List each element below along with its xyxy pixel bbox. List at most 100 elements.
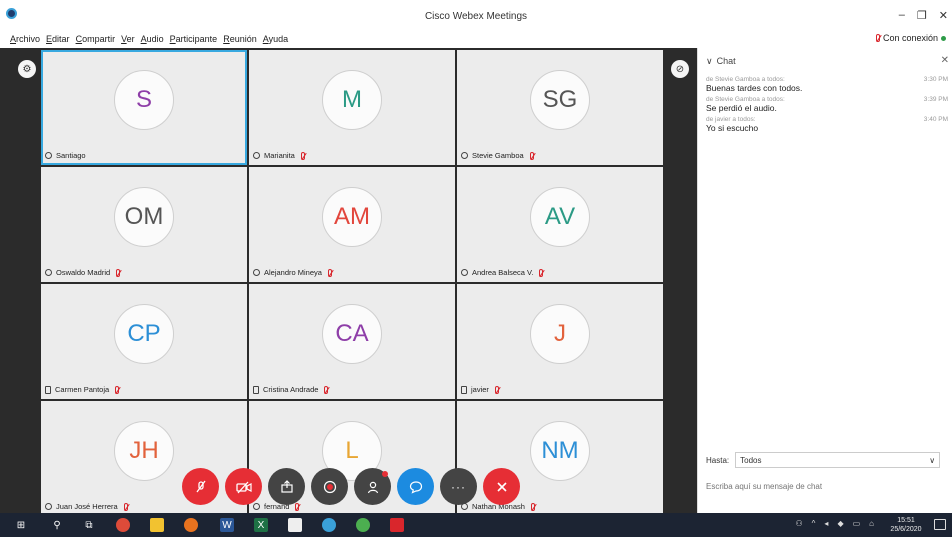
mic-off-icon [195,480,206,492]
participant-name: Juan José Herrera [56,502,118,511]
firefox-icon[interactable] [184,518,198,532]
chevron-down-icon: ∨ [929,455,936,465]
menu-reunion[interactable]: Reunión [223,34,257,44]
participant-name: Santiago [56,151,86,160]
word-icon[interactable]: W [220,518,234,532]
participant-tile[interactable]: CP Carmen Pantoja [41,284,247,399]
volume-icon[interactable]: ◂ [824,519,828,528]
connection-dot-icon [941,35,946,41]
participant-name: Oswaldo Madrid [56,268,111,277]
participant-footer: Andrea Balseca V. [461,268,544,277]
record-button[interactable] [311,468,348,505]
chevron-up-icon[interactable]: ^ [812,519,816,528]
menu-ayuda[interactable]: Ayuda [263,34,288,44]
battery-icon[interactable]: ▭ [853,519,861,528]
meeting-controls: ··· [182,468,520,505]
more-dots-icon: ··· [451,479,466,494]
window-title: Cisco Webex Meetings [424,11,528,22]
record-icon [323,480,336,493]
menu-compartir[interactable]: Compartir [76,34,116,44]
mic-muted-icon [300,151,305,160]
people-icon[interactable]: ⚇ [795,519,802,528]
participants-button[interactable] [354,468,391,505]
chrome-icon[interactable] [116,518,130,532]
windows-start-icon[interactable]: ⊞ [14,518,28,532]
more-options-button[interactable]: ··· [440,468,477,505]
participant-footer: Stevie Gamboa [461,151,534,160]
mic-muted-icon [875,34,880,42]
participant-name: Alejandro Mineya [264,268,322,277]
chat-button[interactable] [397,468,434,505]
mic-muted-icon [529,151,534,160]
app-icon[interactable] [288,518,302,532]
network-icon[interactable]: ⌂ [869,519,874,528]
share-button[interactable] [268,468,305,505]
participant-tile[interactable]: AV Andrea Balseca V. [457,167,663,282]
participant-name: Andrea Balseca V. [472,268,534,277]
headset-icon [45,503,52,510]
menu-editar[interactable]: Editar [46,34,70,44]
avatar: JH [114,421,174,481]
mic-muted-icon [116,268,121,277]
participant-tile[interactable]: SG Stevie Gamboa [457,50,663,165]
file-explorer-icon[interactable] [150,518,164,532]
participant-name: Marianita [264,151,295,160]
participant-tile[interactable]: CA Cristina Andrade [249,284,455,399]
participant-footer: Oswaldo Madrid [45,268,121,277]
participant-tile[interactable]: Jjavier [457,284,663,399]
avatar: M [322,70,382,130]
chat-sender: de javier a todos: [706,116,756,123]
webex-taskbar-icon[interactable] [322,518,336,532]
mic-muted-icon [539,268,544,277]
maximize-button[interactable]: ❐ [917,9,927,22]
windows-taskbar: ⊞ ⚲ ⧉ W X ⚇ ^ ◂ ◆ ▭ ⌂ 15:51 25/6/2020 [0,513,952,537]
recipient-select[interactable]: Todos ∨ [735,452,941,468]
start-video-button[interactable] [225,468,262,505]
mic-muted-icon [327,268,332,277]
participant-name: javier [471,385,489,394]
end-meeting-button[interactable] [483,468,520,505]
notification-center-icon[interactable] [934,519,946,530]
task-view-icon[interactable]: ⧉ [82,518,96,532]
taskbar-clock[interactable]: 15:51 25/6/2020 [886,516,926,534]
participant-tile[interactable]: S Santiago [41,50,247,165]
avatar: J [530,304,590,364]
menu-ver[interactable]: Ver [121,34,135,44]
shield-icon[interactable]: ◆ [837,519,843,528]
minimize-button[interactable]: – [899,9,905,22]
headset-icon [461,269,468,276]
participant-tile[interactable]: M Marianita [249,50,455,165]
menu-audio[interactable]: Audio [141,34,164,44]
acrobat-icon[interactable] [390,518,404,532]
chat-header[interactable]: ∨ Chat [706,56,736,67]
chat-text: Se perdió el audio. [706,103,777,113]
mute-button[interactable] [182,468,219,505]
menu-archivo[interactable]: Archivo [10,34,40,44]
close-window-button[interactable]: ✕ [939,9,948,22]
chat-sender: de Stevie Gamboa a todos: [706,76,785,83]
meeting-stage: ⚙ ▦ ⊘ SSantiagoMMarianitaSGStevie Gamboa… [0,48,697,513]
avatar: S [114,70,174,130]
system-tray: ⚇ ^ ◂ ◆ ▭ ⌂ [795,519,874,528]
panel-toggle-icon[interactable]: ⊘ [671,60,689,78]
clock-date: 25/6/2020 [890,526,922,533]
avatar: OM [114,187,174,247]
participant-tile[interactable]: OM Oswaldo Madrid [41,167,247,282]
avatar: CP [114,304,174,364]
connection-status-label: Con conexión [882,33,938,43]
settings-gear-icon[interactable]: ⚙ [18,60,36,78]
excel-icon[interactable]: X [254,518,268,532]
window-controls: – ❐ ✕ [899,9,948,22]
chat-message: de javier a todos: 3:40 PM Yo si escucho [706,116,948,133]
search-icon[interactable]: ⚲ [50,518,64,532]
chat-title: Chat [716,56,736,66]
close-icon[interactable]: ✕ [941,55,949,66]
participant-footer: Carmen Pantoja [45,385,120,394]
notification-badge [382,471,388,477]
participant-tile[interactable]: AM Alejandro Mineya [249,167,455,282]
participants-icon [367,481,378,493]
menu-participante[interactable]: Participante [170,34,218,44]
chat-message-header: de javier a todos: 3:40 PM [706,116,948,123]
chat-message-input[interactable] [706,478,946,494]
app-icon-green[interactable] [356,518,370,532]
